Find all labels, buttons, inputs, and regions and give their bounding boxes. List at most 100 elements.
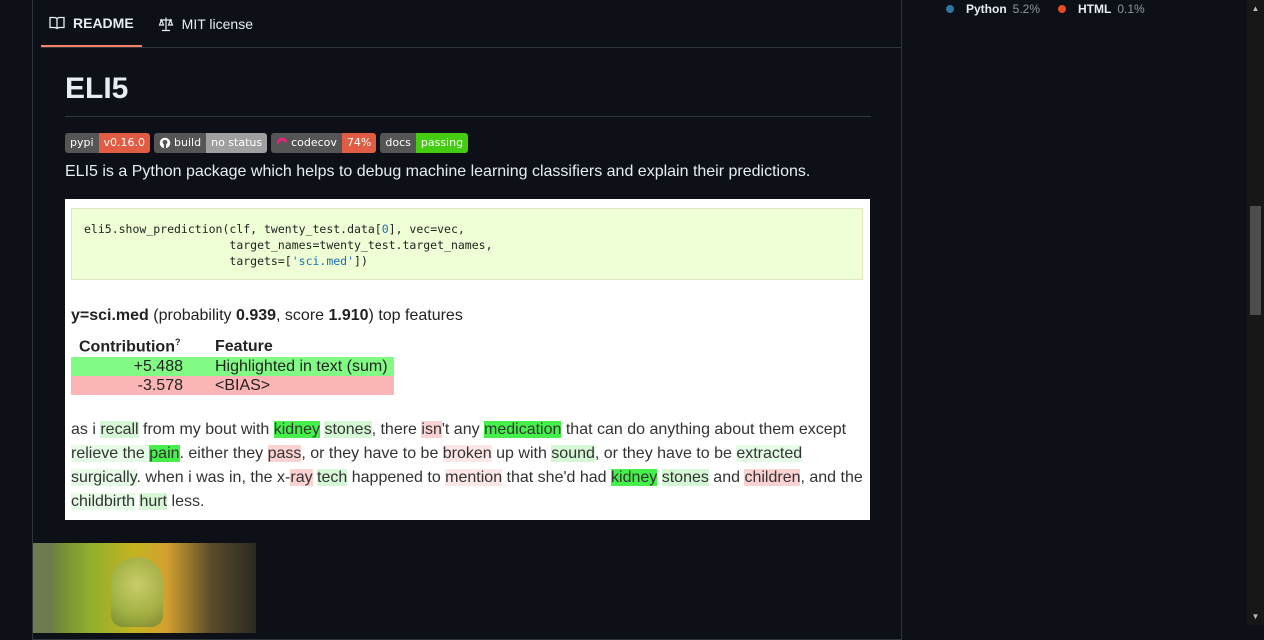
- build-badge[interactable]: build no status: [154, 133, 268, 153]
- language-html[interactable]: HTML 0.1%: [1058, 2, 1145, 16]
- readme-content: ELI5 pypi v0.16.0 build no status codeco…: [65, 60, 871, 520]
- prediction-probability: 0.939: [235, 307, 277, 324]
- code-text: ], vec=vec,: [388, 222, 465, 236]
- scrollbar-thumb[interactable]: [1250, 206, 1261, 315]
- highlighted-token: relieve the: [71, 445, 150, 462]
- highlighted-token: surgically: [71, 469, 137, 486]
- highlighted-text: as i recall from my bout with kidney sto…: [71, 418, 871, 514]
- highlighted-token: broken: [442, 445, 492, 462]
- scroll-up-arrow-icon[interactable]: ▲: [1247, 0, 1264, 17]
- highlighted-token: kidney: [611, 469, 658, 486]
- text-token: from my bout with: [138, 421, 274, 438]
- language-name: Python: [966, 2, 1007, 16]
- feature-name: Highlighted in text (sum): [215, 357, 388, 375]
- table-header: Contribution? Feature: [71, 337, 394, 357]
- language-name: HTML: [1078, 2, 1112, 16]
- code-number: 0: [381, 222, 389, 236]
- text-token: that she'd had: [502, 469, 612, 486]
- tab-label: README: [73, 14, 134, 31]
- page-title: ELI5: [65, 60, 871, 117]
- prediction-text: (probability: [148, 307, 236, 324]
- text-token: . either they: [179, 445, 268, 462]
- language-percent: 5.2%: [1012, 2, 1041, 16]
- prediction-score: 1.910: [328, 307, 369, 324]
- heatmap-image: [33, 543, 256, 633]
- text-token: up with: [491, 445, 552, 462]
- tab-readme[interactable]: README: [41, 0, 142, 47]
- text-token: that can do anything about them except: [561, 421, 847, 438]
- description: ELI5 is a Python package which helps to …: [65, 163, 811, 180]
- badge-right: v0.16.0: [98, 133, 151, 153]
- column-header: Feature: [215, 338, 273, 355]
- text-token: less.: [167, 493, 205, 510]
- highlighted-token: extracted: [736, 445, 803, 462]
- badge-left-text: build: [174, 136, 202, 149]
- tab-label: MIT license: [181, 15, 253, 32]
- codecov-badge[interactable]: codecov 74%: [271, 133, 377, 153]
- highlighted-token: sound: [551, 445, 595, 462]
- code-block: eli5.show_prediction(clf, twenty_test.da…: [71, 208, 863, 280]
- docs-badge[interactable]: docs passing: [380, 133, 469, 153]
- prediction-text: , score: [276, 307, 329, 324]
- text-token: happened to: [347, 469, 446, 486]
- pypi-badge[interactable]: pypi v0.16.0: [65, 133, 151, 153]
- prediction-text: ) top features: [368, 307, 463, 324]
- highlighted-token: kidney: [273, 421, 320, 438]
- badge-left-text: codecov: [291, 136, 337, 149]
- dog-image: [111, 557, 163, 627]
- highlighted-token: stones: [324, 421, 372, 438]
- text-token: when i was in, the x-: [140, 469, 291, 486]
- highlighted-token: childbirth: [71, 493, 136, 510]
- highlighted-token: hurt: [139, 493, 168, 510]
- html-color-dot: [1058, 5, 1066, 13]
- feature-name: <BIAS>: [215, 376, 271, 394]
- language-percent: 0.1%: [1117, 2, 1145, 16]
- badge-left: codecov: [271, 133, 342, 153]
- column-header: Contribution?: [71, 337, 207, 357]
- highlighted-token: recall: [100, 421, 139, 438]
- code-string: 'sci.med': [291, 254, 355, 268]
- readme-tabs: README MIT license: [41, 0, 901, 48]
- highlighted-token: mention: [445, 469, 503, 486]
- highlighted-token: stones: [661, 469, 709, 486]
- highlighted-token: pass: [267, 445, 302, 462]
- scale-icon: [158, 16, 174, 32]
- language-python[interactable]: Python 5.2%: [946, 2, 1040, 16]
- text-token: , or they have to be: [301, 445, 443, 462]
- scrollbar[interactable]: ▲ ▼: [1247, 0, 1264, 625]
- github-icon: [159, 137, 171, 149]
- text-token: , there: [371, 421, 422, 438]
- book-icon: [49, 15, 65, 31]
- help-marker: ?: [174, 337, 181, 348]
- code-text: ]): [354, 254, 368, 268]
- table-row: +5.488 Highlighted in text (sum): [71, 357, 394, 376]
- badge-left: build: [154, 133, 207, 153]
- image-detail: [33, 543, 53, 633]
- badge-row: pypi v0.16.0 build no status codecov 74%…: [65, 133, 871, 153]
- badge-right: passing: [415, 133, 469, 153]
- python-color-dot: [946, 5, 954, 13]
- text-token: , or they have to be: [594, 445, 737, 462]
- badge-left: docs: [380, 133, 416, 153]
- contribution-value: +5.488: [133, 357, 183, 375]
- highlighted-token: tech: [317, 469, 348, 486]
- highlighted-token: ray: [290, 469, 313, 486]
- text-token: , and the: [800, 469, 863, 486]
- text-token: and: [708, 469, 745, 486]
- badge-left: pypi: [65, 133, 99, 153]
- highlighted-token: medication: [484, 421, 562, 438]
- contribution-value: -3.578: [137, 376, 183, 394]
- highlighted-token: isn: [421, 421, 442, 438]
- highlighted-token: pain: [149, 445, 180, 462]
- column-label: Contribution: [79, 338, 175, 356]
- code-text: target_names=twenty_test.target_names,: [84, 238, 493, 252]
- badge-right: no status: [206, 133, 268, 153]
- tab-license[interactable]: MIT license: [150, 0, 261, 47]
- prediction-label: y=sci.med: [71, 307, 149, 324]
- code-text: eli5.show_prediction(clf, twenty_test.da…: [84, 222, 382, 236]
- prediction-summary: y=sci.med (probability 0.939, score 1.91…: [71, 307, 463, 325]
- table-row: -3.578 <BIAS>: [71, 376, 394, 395]
- scroll-down-arrow-icon[interactable]: ▼: [1247, 608, 1264, 625]
- codecov-icon: [276, 137, 288, 145]
- prediction-demo-image: eli5.show_prediction(clf, twenty_test.da…: [65, 199, 870, 520]
